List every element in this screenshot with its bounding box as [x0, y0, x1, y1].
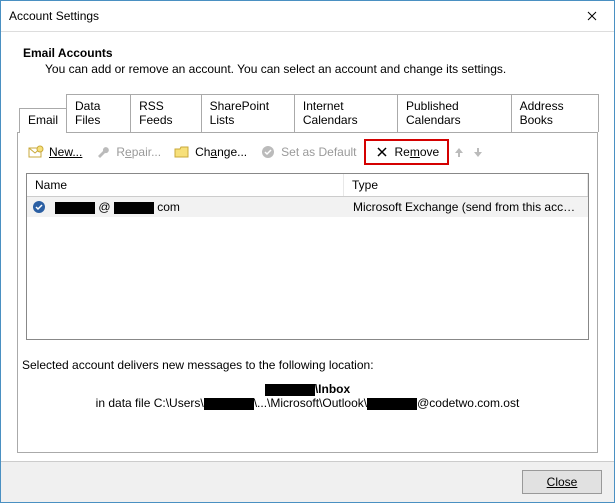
redacted-text	[204, 398, 254, 410]
remove-button[interactable]: Remove	[364, 139, 450, 165]
delivery-text: Selected account delivers new messages t…	[22, 358, 593, 372]
window-close-button[interactable]	[569, 2, 614, 31]
tab-panel: New... Repair... Change...	[17, 132, 598, 453]
delivery-info: Selected account delivers new messages t…	[22, 358, 593, 410]
account-type-cell: Microsoft Exchange (send from this accou…	[345, 198, 588, 216]
x-icon	[374, 144, 390, 160]
list-header: Name Type	[27, 174, 588, 197]
account-settings-window: Account Settings Email Accounts You can …	[0, 0, 615, 503]
tab-data-files[interactable]: Data Files	[66, 94, 131, 132]
table-row[interactable]: @ com Microsoft Exchange (send from this…	[27, 197, 588, 217]
title-bar: Account Settings	[1, 1, 614, 32]
account-name-cell: @ com	[47, 198, 345, 216]
arrow-down-icon	[472, 146, 484, 158]
tab-strip: Email Data Files RSS Feeds SharePoint Li…	[19, 94, 598, 132]
content-area: Email Accounts You can add or remove an …	[1, 32, 614, 461]
tab-address-books[interactable]: Address Books	[511, 94, 599, 132]
set-default-label: Set as Default	[281, 145, 356, 159]
default-check-icon	[31, 200, 47, 214]
toolbar: New... Repair... Change...	[18, 133, 597, 171]
repair-button: Repair...	[89, 141, 167, 163]
change-button[interactable]: Change...	[168, 141, 253, 163]
new-label: New...	[49, 145, 82, 159]
tab-rss-feeds[interactable]: RSS Feeds	[130, 94, 202, 132]
dialog-footer: Close	[1, 461, 614, 502]
list-body: @ com Microsoft Exchange (send from this…	[27, 197, 588, 339]
col-header-type[interactable]: Type	[344, 174, 588, 196]
new-button[interactable]: New...	[22, 141, 88, 163]
window-title: Account Settings	[9, 9, 569, 23]
redacted-text	[55, 202, 95, 214]
close-icon	[587, 11, 597, 21]
account-list: Name Type @ com Microsof	[26, 173, 589, 340]
redacted-text	[265, 384, 315, 396]
arrow-up-icon	[453, 146, 465, 158]
tab-sharepoint-lists[interactable]: SharePoint Lists	[201, 94, 295, 132]
tab-internet-calendars[interactable]: Internet Calendars	[294, 94, 398, 132]
delivery-location: \Inbox in data file C:\Users\\...\Micros…	[22, 382, 593, 410]
redacted-text	[367, 398, 417, 410]
redacted-text	[114, 202, 154, 214]
col-header-name[interactable]: Name	[27, 174, 344, 196]
repair-label: Repair...	[116, 145, 161, 159]
close-button[interactable]: Close	[522, 470, 602, 494]
section-heading: Email Accounts	[23, 46, 598, 60]
move-up-button	[450, 143, 468, 161]
check-circle-icon	[260, 144, 276, 160]
tab-published-calendars[interactable]: Published Calendars	[397, 94, 512, 132]
change-label: Change...	[195, 145, 247, 159]
wrench-icon	[95, 144, 111, 160]
section-subtext: You can add or remove an account. You ca…	[45, 62, 598, 76]
set-default-button: Set as Default	[254, 141, 362, 163]
tab-email[interactable]: Email	[19, 108, 67, 133]
remove-label: Remove	[395, 145, 440, 159]
move-down-button	[469, 143, 487, 161]
folder-change-icon	[174, 144, 190, 160]
envelope-new-icon	[28, 144, 44, 160]
